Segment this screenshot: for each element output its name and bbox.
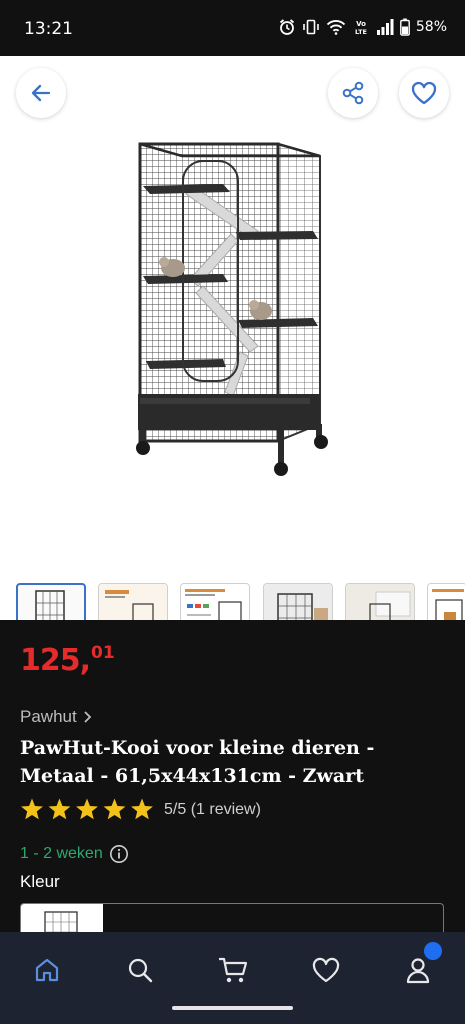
rating-text: 5/5 (1 review) <box>164 801 261 818</box>
delivery-text: 1 - 2 weken <box>20 845 103 862</box>
nav-favorites[interactable] <box>306 950 346 990</box>
search-icon <box>128 958 153 983</box>
chevron-right-icon <box>84 711 91 723</box>
nav-search[interactable] <box>120 950 160 990</box>
delivery-time: 1 - 2 weken <box>20 844 129 864</box>
vibrate-icon <box>303 19 319 35</box>
star-icon <box>103 798 126 820</box>
share-icon <box>342 81 364 105</box>
wifi-icon <box>326 20 346 35</box>
alarm-icon <box>279 19 294 35</box>
volte-icon: VoLTE <box>355 20 367 36</box>
color-label: Kleur <box>20 872 60 891</box>
nav-home[interactable] <box>27 950 67 990</box>
battery-icon <box>399 18 410 36</box>
star-icon <box>48 798 71 820</box>
favorite-button[interactable] <box>399 68 449 118</box>
product-image-cage <box>136 142 328 476</box>
svg-text:LTE: LTE <box>355 28 367 36</box>
svg-text:Vo: Vo <box>356 20 366 28</box>
price-cents: 01 <box>91 643 115 663</box>
status-icons: Vo LTE 58% <box>278 18 447 36</box>
brand-name: Pawhut <box>20 707 77 726</box>
nav-account[interactable] <box>398 942 442 990</box>
product-title: PawHut-Kooi voor kleine dieren - Metaal … <box>20 737 375 787</box>
heart-icon <box>312 957 340 983</box>
star-icon <box>131 798 153 820</box>
battery-percentage: 58% <box>415 19 447 35</box>
heart-icon <box>411 81 437 105</box>
home-icon <box>35 958 59 982</box>
product-info: 125,01 Pawhut PawHut-Kooi voor kleine di… <box>0 620 465 943</box>
bottom-navigation <box>0 932 465 1024</box>
brand-link[interactable]: Pawhut <box>20 707 93 727</box>
info-icon[interactable] <box>109 844 129 864</box>
status-time: 13:21 <box>24 19 73 39</box>
notification-badge <box>424 942 442 960</box>
rating[interactable]: 5/5 (1 review) <box>20 798 261 822</box>
home-indicator <box>172 1006 293 1010</box>
arrow-left-icon <box>31 84 51 102</box>
signal-icon <box>376 19 394 35</box>
star-icon <box>21 798 43 820</box>
price-main: 125, <box>20 643 91 678</box>
price: 125,01 <box>20 643 115 678</box>
cart-icon <box>219 957 248 983</box>
product-image-area <box>0 56 465 653</box>
star-rating-icons <box>21 798 153 820</box>
account-icon <box>406 958 430 984</box>
status-bar: 13:21 Vo LTE 58% <box>0 0 465 56</box>
star-icon <box>76 798 98 820</box>
share-button[interactable] <box>328 68 378 118</box>
nav-cart[interactable] <box>213 950 253 990</box>
back-button[interactable] <box>16 68 66 118</box>
